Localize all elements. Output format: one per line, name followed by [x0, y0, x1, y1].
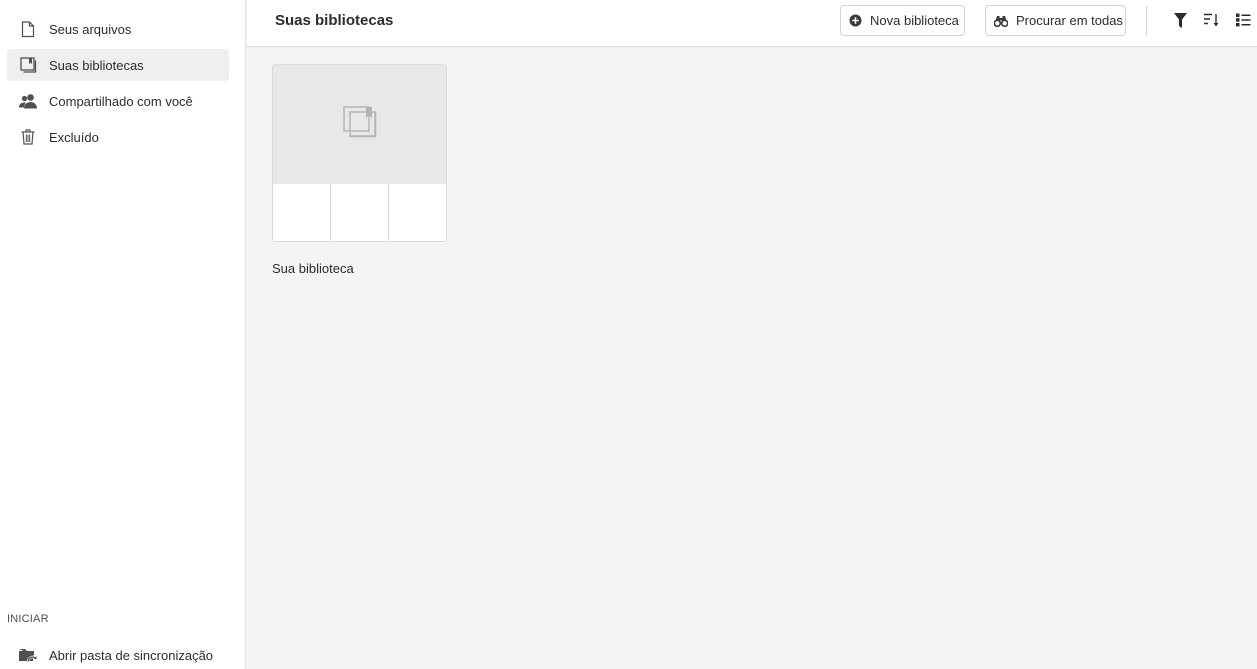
library-thumbnail: [273, 65, 446, 184]
preview-cell: [273, 184, 331, 241]
sidebar-item-excluido[interactable]: Excluído: [7, 121, 229, 153]
filter-icon[interactable]: [1172, 12, 1188, 28]
trash-icon: [19, 128, 37, 146]
search-all-label: Procurar em todas: [1016, 13, 1123, 28]
new-library-button[interactable]: Nova biblioteca: [840, 5, 965, 36]
sidebar-item-label: Excluído: [49, 129, 99, 145]
library-placeholder-icon: [342, 106, 377, 143]
file-icon: [19, 20, 37, 38]
page-title: Suas bibliotecas: [275, 12, 394, 29]
sidebar-item-open-sync-folder[interactable]: Abrir pasta de sincronização: [7, 640, 229, 669]
library-preview-cells: [273, 184, 446, 241]
sidebar-item-label: Compartilhado com você: [49, 93, 193, 109]
toolbar-divider: [1146, 6, 1147, 36]
sidebar-item-label: Suas bibliotecas: [49, 57, 144, 73]
sidebar-item-label: Seus arquivos: [49, 21, 132, 37]
new-library-label: Nova biblioteca: [870, 13, 959, 28]
library-card[interactable]: [272, 64, 447, 242]
sidebar: Seus arquivos Suas bibliotecas Compartil…: [0, 0, 246, 669]
main-content: Sua biblioteca: [247, 48, 1257, 669]
sidebar-item-suas-bibliotecas[interactable]: Suas bibliotecas: [7, 49, 229, 81]
binoculars-icon: [994, 14, 1008, 28]
section-label-iniciar: INICIAR: [7, 613, 49, 625]
people-icon: [19, 92, 37, 110]
sort-icon[interactable]: [1204, 12, 1220, 28]
sync-item-label: Abrir pasta de sincronização: [49, 648, 214, 663]
search-all-button[interactable]: Procurar em todas: [985, 5, 1126, 36]
app-window: Seus arquivos Suas bibliotecas Compartil…: [0, 0, 1257, 669]
sidebar-nav: Seus arquivos Suas bibliotecas Compartil…: [7, 13, 229, 157]
add-circle-icon: [849, 14, 862, 28]
sidebar-item-compartilhado[interactable]: Compartilhado com você: [7, 85, 229, 117]
preview-cell: [389, 184, 446, 241]
list-view-icon[interactable]: [1235, 12, 1251, 28]
preview-cell: [331, 184, 389, 241]
library-name[interactable]: Sua biblioteca: [272, 261, 354, 276]
library-icon: [19, 56, 37, 74]
top-bar: Suas bibliotecas Nova biblioteca Procura…: [247, 0, 1257, 47]
sidebar-item-seus-arquivos[interactable]: Seus arquivos: [7, 13, 229, 45]
sync-folder-icon: [19, 647, 37, 665]
